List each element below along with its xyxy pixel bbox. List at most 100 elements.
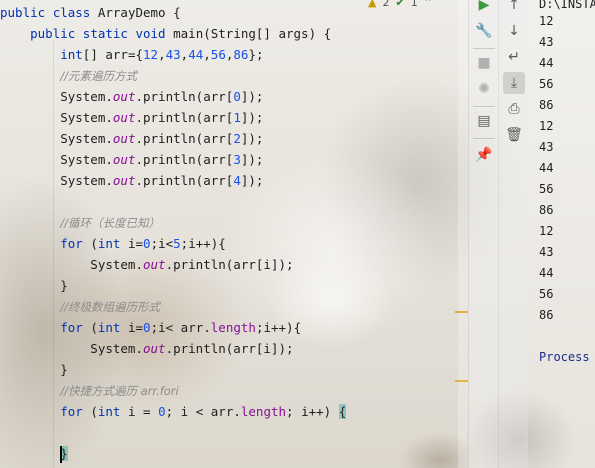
code-token: //元素遍历方式 <box>60 69 137 83</box>
code-token: ;i< arr. <box>150 320 211 335</box>
warning-marker[interactable] <box>455 380 468 382</box>
separator <box>473 48 495 49</box>
code-token: for <box>60 404 91 419</box>
console-output-line: 44 <box>539 56 554 70</box>
code-token: 4 <box>233 173 241 188</box>
code-line[interactable]: System.out.println(arr[i]); <box>0 254 294 275</box>
code-token: 43 <box>165 47 181 62</box>
console-output-line: 43 <box>539 140 554 154</box>
code-token: System. <box>0 89 113 104</box>
code-line[interactable]: System.out.println(arr[4]); <box>0 170 263 191</box>
scroll-to-end-icon[interactable]: ⤓ <box>503 72 525 94</box>
code-line[interactable]: for (int i=0;i<5;i++){ <box>0 233 226 254</box>
ok-count: 1 <box>410 0 418 9</box>
editor-scrollbar[interactable] <box>458 0 468 468</box>
code-token: } <box>0 362 68 377</box>
arrow-down-icon[interactable]: ↓ <box>503 20 525 42</box>
layout-icon[interactable]: ▤ <box>473 110 495 132</box>
code-token: .println(arr[ <box>135 131 234 146</box>
code-line[interactable]: System.out.println(arr[3]); <box>0 149 263 170</box>
code-token: .println(arr[i]); <box>165 257 294 272</box>
code-token: i = <box>127 404 159 419</box>
code-line[interactable]: //循环（长度已知） <box>0 212 160 233</box>
code-line[interactable]: for (int i=0;i< arr.length;i++){ <box>0 317 301 338</box>
console-output-line: 43 <box>539 245 554 259</box>
soft-wrap-icon[interactable]: ↵ <box>503 46 525 68</box>
code-token: 44 <box>188 47 204 62</box>
code-token: ]); <box>240 89 264 104</box>
run-console-output[interactable]: D:\INSTA 12 43 44 56 86 12 43 44 56 86 12 43 44 56 86 … <box>528 0 595 468</box>
code-line[interactable]: //快捷方式遍历 arr.fori <box>0 380 179 401</box>
code-token: System. <box>0 152 113 167</box>
code-token: 5 <box>173 236 181 251</box>
code-token: main(String[] args) { <box>173 26 332 41</box>
console-output-line: 12 <box>539 224 554 238</box>
code-line[interactable]: for (int i = 0; i < arr.length; i++) { <box>0 401 347 422</box>
code-token: 0 <box>158 404 166 419</box>
wrench-icon[interactable]: 🔧 <box>473 20 495 42</box>
code-token: ( <box>90 236 98 251</box>
code-token: length <box>210 320 256 335</box>
pin-icon[interactable]: 📌 <box>473 144 495 166</box>
warning-marker[interactable] <box>455 311 468 313</box>
code-line[interactable]: System.out.println(arr[1]); <box>0 107 263 128</box>
code-line[interactable]: } <box>0 443 68 464</box>
code-line[interactable]: } <box>0 359 68 380</box>
console-toolbar: ↑ ↓ ↵ ⤓ ⎙ 🗑 <box>498 0 528 468</box>
code-token: ; i++) <box>286 404 339 419</box>
chevron-up-icon[interactable]: ⌃ <box>424 0 433 12</box>
code-line[interactable]: public class ArrayDemo { <box>0 2 181 23</box>
code-token: , <box>158 47 166 62</box>
code-token: out <box>143 341 166 356</box>
code-token: class <box>52 5 98 20</box>
console-output-line: 44 <box>539 161 554 175</box>
console-output-line: 86 <box>539 98 554 112</box>
code-token: ArrayDemo { <box>97 5 181 20</box>
code-line[interactable]: int[] arr={12,43,44,56,86}; <box>0 44 263 65</box>
code-token: int <box>97 404 128 419</box>
code-token: ;i< <box>150 236 174 251</box>
code-token: ]); <box>240 110 264 125</box>
print-icon[interactable]: ⎙ <box>503 98 525 120</box>
code-token: 1 <box>233 110 241 125</box>
console-output-line: 12 <box>539 14 554 28</box>
code-line[interactable]: public static void main(String[] args) { <box>0 23 331 44</box>
code-token: ]); <box>240 152 264 167</box>
run-icon[interactable]: ▶ <box>473 0 495 16</box>
code-token: out <box>112 173 136 188</box>
code-token: , <box>203 47 211 62</box>
code-token: void <box>135 26 174 41</box>
debug-icon[interactable]: ✺ <box>473 78 495 100</box>
code-token: .println(arr[i]); <box>165 341 294 356</box>
code-token: System. <box>0 257 143 272</box>
trash-icon[interactable]: 🗑 <box>503 124 525 146</box>
inspection-widget[interactable]: ▲ 2 ✔ 1 ⌃ <box>368 0 433 12</box>
code-token: 0 <box>233 89 241 104</box>
code-token: .println(arr[ <box>135 173 234 188</box>
code-token: for <box>60 236 91 251</box>
code-line[interactable]: //元素遍历方式 <box>0 65 137 86</box>
console-output-line: 43 <box>539 35 554 49</box>
code-line[interactable]: } <box>0 275 68 296</box>
stop-icon[interactable]: ■ <box>473 52 495 74</box>
warning-icon: ▲ <box>368 0 377 9</box>
code-line[interactable]: //终极数组遍历形式 <box>0 296 160 317</box>
arrow-up-icon[interactable]: ↑ <box>503 0 525 16</box>
code-line[interactable]: System.out.println(arr[i]); <box>0 338 294 359</box>
code-token: System. <box>0 131 113 146</box>
code-line[interactable]: System.out.println(arr[2]); <box>0 128 263 149</box>
code-token: System. <box>0 341 143 356</box>
code-token: ;i++){ <box>180 236 226 251</box>
code-editor[interactable]: public class ArrayDemo { public static v… <box>0 0 468 468</box>
code-token: ;i++){ <box>255 320 302 335</box>
code-token: } <box>0 278 68 293</box>
code-token: for <box>60 320 91 335</box>
code-token: [] arr={ <box>82 47 144 62</box>
code-line[interactable]: System.out.println(arr[0]); <box>0 86 263 107</box>
code-token: System. <box>0 110 113 125</box>
